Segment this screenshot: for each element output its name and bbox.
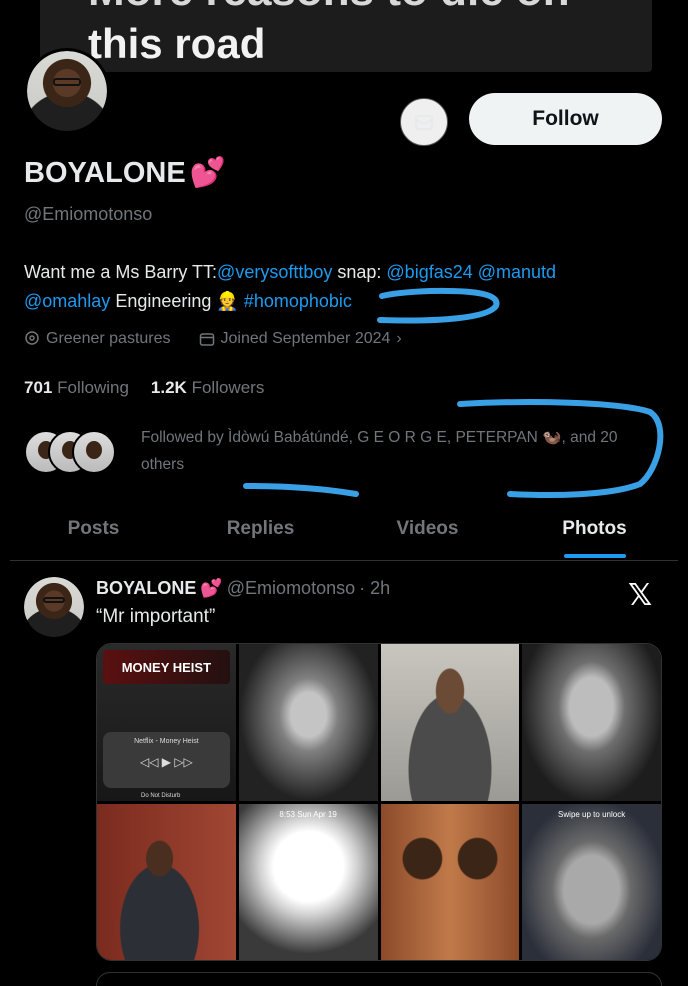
quoted-line-2: this road xyxy=(88,20,266,67)
next-post-card xyxy=(96,972,662,986)
bio-text: Want me a Ms Barry TT: xyxy=(24,262,218,282)
message-button[interactable] xyxy=(400,98,448,146)
followed-by-avatars[interactable] xyxy=(24,430,134,476)
post-time[interactable]: · 2h xyxy=(359,578,390,599)
post-avatar[interactable] xyxy=(24,577,84,637)
media-photo[interactable]: 8:53 Sun Apr 19 xyxy=(238,803,378,960)
profile-screen: More reasons to die on this road Follow … xyxy=(10,0,678,986)
media-banner-text: MONEY HEIST xyxy=(103,650,230,684)
follower-avatar xyxy=(72,430,116,474)
chevron-right-icon: › xyxy=(396,330,402,347)
heart-emoji: 💕 xyxy=(189,157,226,189)
bio-mention-link[interactable]: @bigfas24 xyxy=(386,262,472,282)
media-photo[interactable] xyxy=(380,803,520,960)
tab-replies[interactable]: Replies xyxy=(177,500,344,558)
follow-counts: 701 Following 1.2K Followers xyxy=(24,378,264,398)
profile-name-text: BOYALONE xyxy=(24,156,186,189)
profile-handle: @Emiomotonso xyxy=(24,204,153,224)
post-media-grid[interactable]: MONEY HEIST Netflix - Money Heist ◁◁ ▶ ▷… xyxy=(96,643,662,961)
media-photo[interactable] xyxy=(97,803,236,960)
x-logo-icon: 𝕏 xyxy=(628,579,653,612)
divider xyxy=(10,560,678,561)
profile-meta: Greener pastures Joined September 2024 › xyxy=(24,330,402,348)
bio-text: Engineering 👷 xyxy=(110,291,244,311)
bio-hashtag-link[interactable]: #homophobic xyxy=(244,291,352,311)
lockscreen-time: 8:53 Sun Apr 19 xyxy=(279,809,337,819)
post-text: “Mr important” xyxy=(96,606,216,627)
followers-link[interactable]: 1.2K Followers xyxy=(151,378,264,398)
location-text: Greener pastures xyxy=(46,330,171,347)
post-header: BOYALONE 💕 @Emiomotonso · 2h xyxy=(96,578,390,599)
media-photo[interactable]: Swipe up to unlock xyxy=(522,803,661,960)
lockscreen-text: Swipe up to unlock xyxy=(558,809,626,819)
media-player: Netflix - Money Heist ◁◁ ▶ ▷▷ xyxy=(103,732,230,788)
heart-emoji: 💕 xyxy=(200,578,223,598)
quoted-line-1: More reasons to die on xyxy=(88,0,570,16)
profile-avatar[interactable] xyxy=(24,48,110,134)
bio-text: snap: xyxy=(332,262,387,282)
media-photo[interactable] xyxy=(380,644,520,801)
bio-mention-link[interactable]: @omahlay xyxy=(24,291,110,311)
quoted-post-header: More reasons to die on this road xyxy=(40,0,652,72)
bio-mention-link[interactable]: @verysofttboy xyxy=(217,262,332,282)
envelope-icon xyxy=(415,115,433,130)
joined-date[interactable]: Joined September 2024 xyxy=(221,330,391,348)
profile-name: BOYALONE 💕 xyxy=(24,156,226,190)
following-link[interactable]: 701 Following xyxy=(24,378,129,398)
media-photo[interactable]: MONEY HEIST Netflix - Money Heist ◁◁ ▶ ▷… xyxy=(97,644,236,801)
media-photo[interactable] xyxy=(238,644,378,801)
profile-tabs: Posts Replies Videos Photos xyxy=(10,500,678,558)
media-photo[interactable] xyxy=(522,644,661,801)
tab-posts[interactable]: Posts xyxy=(10,500,177,558)
bio-mention-link[interactable]: @manutd xyxy=(478,262,556,282)
location-pin-icon xyxy=(25,331,39,345)
post-author-name[interactable]: BOYALONE xyxy=(96,578,196,599)
post-author-handle[interactable]: @Emiomotonso xyxy=(227,578,355,599)
tab-videos[interactable]: Videos xyxy=(344,500,511,558)
calendar-icon xyxy=(199,333,214,346)
profile-bio: Want me a Ms Barry TT:@verysofttboy snap… xyxy=(24,258,664,316)
dnd-text: Do Not Disturb xyxy=(141,792,181,799)
follow-button[interactable]: Follow xyxy=(469,93,662,145)
followed-by-text[interactable]: Followed by Ìdòwú Babátúndé, G E O R G E… xyxy=(141,424,661,478)
tab-photos[interactable]: Photos xyxy=(511,500,678,558)
